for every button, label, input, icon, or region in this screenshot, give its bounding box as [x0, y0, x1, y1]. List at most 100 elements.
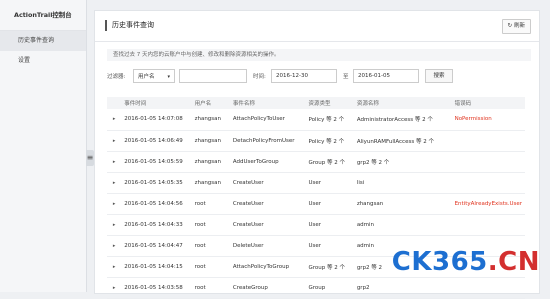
column-header-time: 事件时间: [121, 97, 192, 109]
page-header: 历史事件查询 ↻ 刷新: [95, 11, 539, 42]
cell-user: zhangsan: [194, 116, 222, 123]
start-date-input[interactable]: 2016-12-30: [271, 69, 337, 83]
cell-event: CreateUser: [232, 200, 264, 207]
cell-time: 2016-01-05 14:04:56: [124, 200, 183, 207]
cell-event: CreateUser: [232, 179, 264, 186]
cell-user: zhangsan: [194, 158, 222, 165]
table-header-row: 事件时间 用户名 事件名称 资源类型 资源名称 错误码: [107, 97, 525, 109]
cell-event: DeleteUser: [232, 242, 264, 249]
column-header-user: 用户名: [191, 97, 230, 109]
cell-user: root: [194, 242, 206, 249]
end-date-input[interactable]: 2016-01-05: [353, 69, 419, 83]
expand-row-icon[interactable]: ▸: [107, 256, 121, 277]
column-header-event: 事件名称: [229, 97, 306, 109]
filter-label: 过滤器:: [107, 74, 126, 80]
cell-time: 2016-01-05 14:06:49: [124, 137, 183, 144]
refresh-icon: ↻: [507, 23, 513, 29]
cell-time: 2016-01-05 14:04:33: [124, 221, 183, 228]
cell-time: 2016-01-05 14:04:47: [124, 242, 183, 249]
cell-time: 2016-01-05 14:05:59: [124, 158, 183, 165]
cell-error: [452, 214, 525, 235]
refresh-button[interactable]: ↻ 刷新: [501, 19, 531, 34]
cell-resource-type: User: [308, 179, 322, 186]
cell-resource-type: User: [308, 242, 322, 249]
chevron-down-icon: ▾: [167, 74, 170, 80]
cell-event: CreateGroup: [232, 284, 268, 291]
cell-event: AttachPolicyToUser: [232, 116, 285, 123]
cell-user: root: [194, 221, 206, 228]
table-row[interactable]: ▸ 2016-01-05 14:07:08 zhangsan AttachPol…: [107, 109, 525, 130]
watermark-part-1: CK365: [391, 247, 488, 277]
filter-field-value: 用户名: [138, 74, 155, 80]
cell-resource-type: Group 等 2 个: [308, 159, 346, 166]
expand-row-icon[interactable]: ▸: [107, 130, 121, 151]
expand-row-icon[interactable]: ▸: [107, 109, 121, 130]
cell-resource-type: Policy 等 2 个: [308, 138, 345, 145]
cell-resource-name: zhangsan: [356, 200, 384, 207]
cell-error: [452, 130, 525, 151]
cell-event: AttachPolicyToGroup: [232, 263, 290, 270]
cell-user: root: [194, 200, 206, 207]
cell-user: root: [194, 263, 206, 270]
column-header-resource-type: 资源类型: [305, 97, 354, 109]
cell-time: 2016-01-05 14:05:35: [124, 179, 183, 186]
cell-resource-type: Group 等 2 个: [308, 264, 346, 271]
refresh-label: 刷新: [513, 23, 525, 29]
cell-time: 2016-01-05 14:07:08: [124, 116, 183, 123]
cell-user: zhangsan: [194, 137, 222, 144]
cell-time: 2016-01-05 14:04:15: [124, 263, 183, 270]
table-row[interactable]: ▸ 2016-01-05 14:04:33 root CreateUser Us…: [107, 214, 525, 235]
cell-resource-name: lisi: [356, 179, 365, 186]
cell-error: NoPermission: [454, 116, 492, 123]
cell-event: AddUserToGroup: [232, 158, 279, 165]
cell-time: 2016-01-05 14:03:58: [124, 284, 183, 291]
filter-bar: 过滤器: 用户名 ▾ 时间: 2016-12-30 至 2016-01-05 搜…: [107, 69, 527, 85]
cell-resource-type: User: [308, 200, 322, 207]
table-row[interactable]: ▸ 2016-01-05 14:05:59 zhangsan AddUserTo…: [107, 151, 525, 172]
watermark-part-2: .CN: [487, 247, 540, 277]
cell-resource-name: AliyunRAMFullAccess 等 2 个: [356, 138, 434, 145]
sidebar: ActionTrail控制台 历史事件查询 设置: [0, 0, 87, 292]
cell-event: DetachPolicyFromUser: [232, 137, 295, 144]
sidebar-item-settings[interactable]: 设置: [0, 51, 86, 71]
cell-user: zhangsan: [194, 179, 222, 186]
notice-banner: 查找过去 7 天内您的云账户中与创建、修改和删除资源相关的操作。: [107, 49, 531, 61]
expand-row-icon[interactable]: ▸: [107, 214, 121, 235]
expand-row-icon[interactable]: ▸: [107, 151, 121, 172]
search-button[interactable]: 搜索: [425, 69, 453, 83]
cell-resource-name: grp2 等 2 个: [356, 159, 390, 166]
sidebar-collapse-handle[interactable]: ≡: [86, 150, 94, 166]
menu-icon: ≡: [86, 153, 94, 162]
cell-error: [452, 151, 525, 172]
page-title: 历史事件查询: [105, 20, 154, 31]
column-header-resource-name: 资源名称: [353, 97, 452, 109]
cell-event: CreateUser: [232, 221, 264, 228]
cell-error: [452, 172, 525, 193]
expand-row-icon[interactable]: ▸: [107, 193, 121, 214]
cell-resource-name: admin: [356, 221, 375, 228]
sidebar-item-event-history[interactable]: 历史事件查询: [0, 31, 86, 51]
column-header-error: 错误码: [451, 97, 525, 109]
cell-user: root: [194, 284, 206, 291]
expand-row-icon[interactable]: ▸: [107, 277, 121, 298]
filter-value-input[interactable]: [179, 69, 247, 83]
expand-column-header: [107, 97, 122, 109]
table-row[interactable]: ▸ 2016-01-05 14:04:56 root CreateUser Us…: [107, 193, 525, 214]
expand-row-icon[interactable]: ▸: [107, 172, 121, 193]
watermark-logo: CK365.CN: [391, 247, 540, 277]
table-row[interactable]: ▸ 2016-01-05 14:03:58 root CreateGroup G…: [107, 277, 525, 298]
table-row[interactable]: ▸ 2016-01-05 14:05:35 zhangsan CreateUse…: [107, 172, 525, 193]
cell-resource-type: Policy 等 2 个: [308, 117, 345, 124]
time-label: 时间:: [253, 74, 266, 80]
cell-resource-name: AdministratorAccess 等 2 个: [356, 117, 433, 124]
cell-error: [452, 277, 525, 298]
table-row[interactable]: ▸ 2016-01-05 14:06:49 zhangsan DetachPol…: [107, 130, 525, 151]
console-title: ActionTrail控制台: [0, 0, 86, 31]
cell-error: EntityAlreadyExists.User: [454, 200, 522, 207]
cell-resource-name: grp2: [356, 284, 370, 291]
filter-field-select[interactable]: 用户名 ▾: [133, 69, 175, 83]
cell-resource-type: User: [308, 221, 322, 228]
cell-resource-type: Group: [308, 284, 326, 291]
expand-row-icon[interactable]: ▸: [107, 235, 121, 256]
to-label: 至: [343, 74, 349, 80]
